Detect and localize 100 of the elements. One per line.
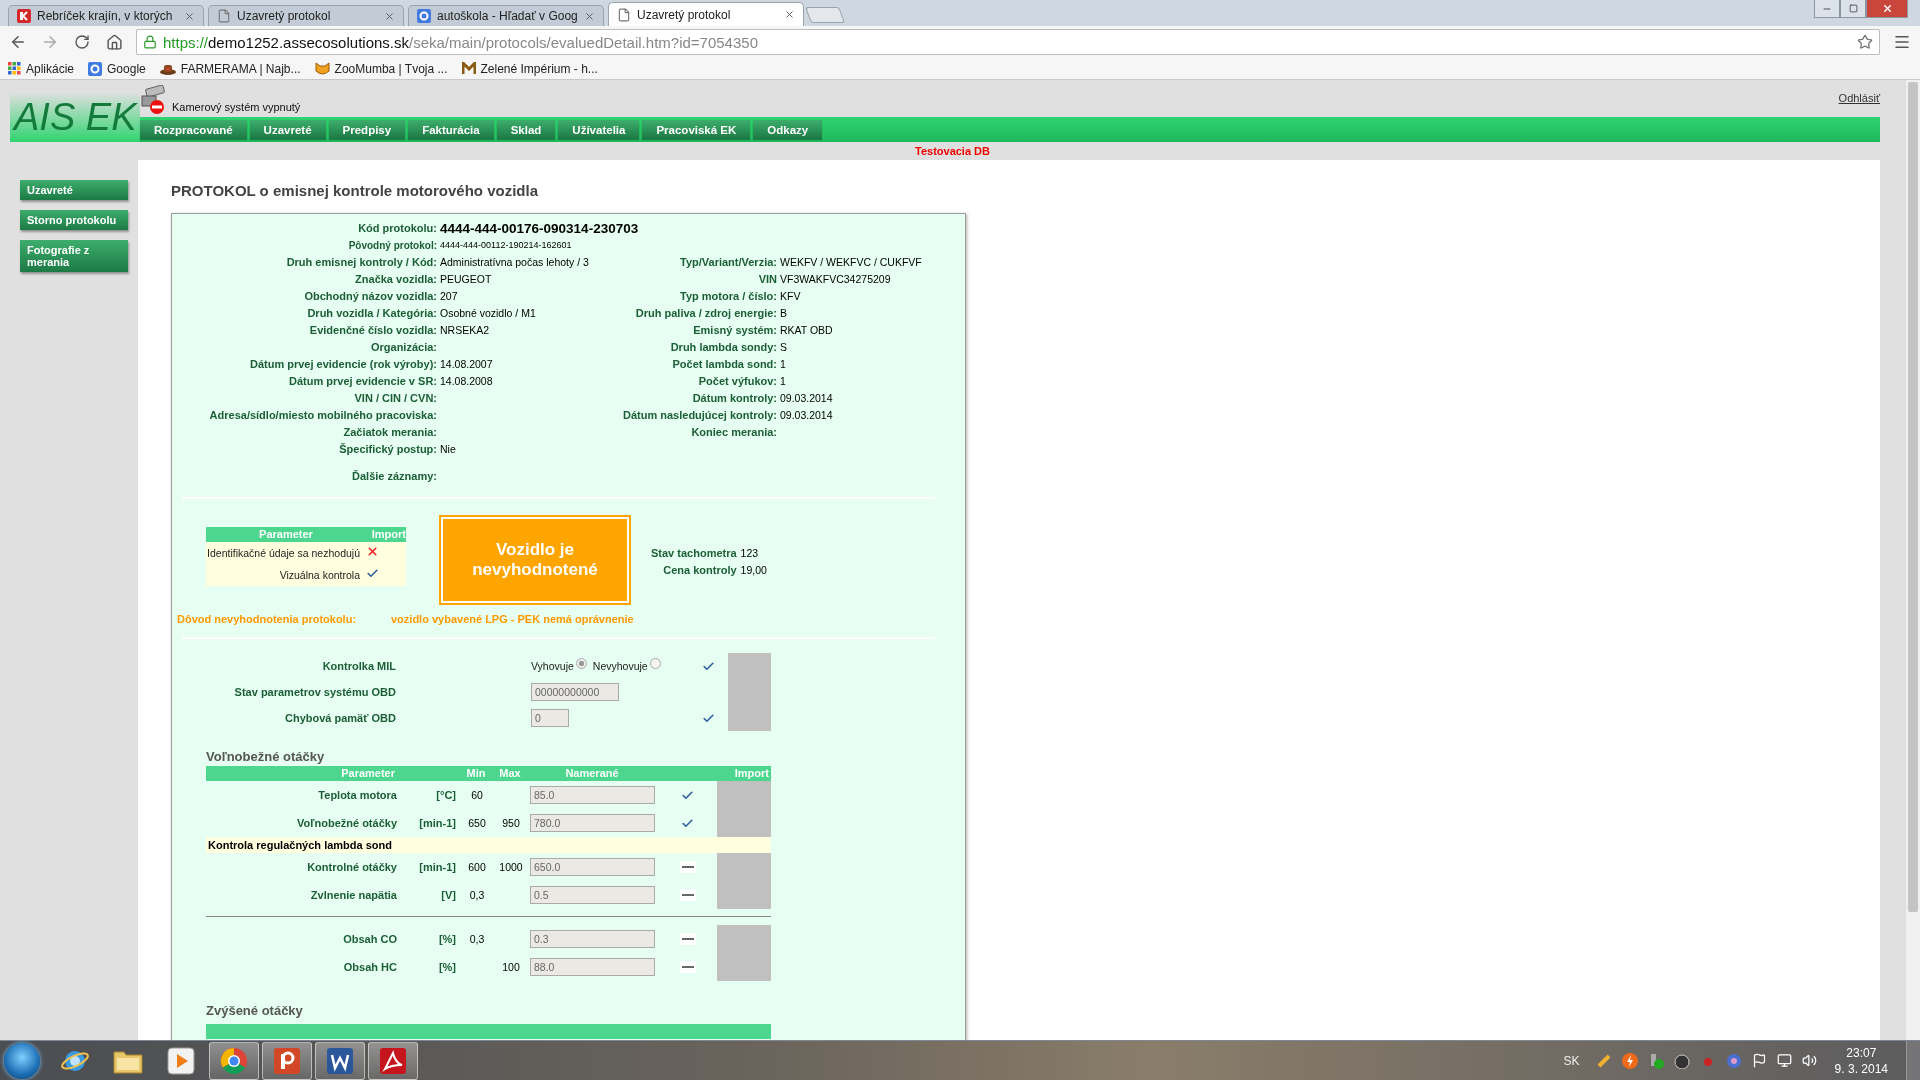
menu-item[interactable]: Užívatelia — [558, 120, 640, 139]
field-label: Druh paliva / zdroj energie: — [634, 306, 777, 321]
field-value: PEUGEOT — [440, 273, 492, 285]
max-value: 100 — [502, 961, 520, 973]
bookmark-link[interactable]: Google — [88, 61, 146, 76]
radio-button[interactable] — [575, 657, 587, 669]
star-icon[interactable] — [1857, 34, 1873, 50]
import-cell — [717, 809, 771, 837]
field-label: Špecifický postup: — [338, 442, 437, 457]
column-header: Max — [494, 766, 528, 781]
measured-field[interactable]: 85.0 — [530, 786, 655, 804]
stat-value: 123 — [740, 546, 760, 561]
search-site-icon — [417, 9, 431, 23]
field-label: Ďalšie záznamy: — [351, 469, 437, 484]
minimize-button[interactable] — [1814, 0, 1840, 18]
section-heading: Voľnobežné otáčky — [206, 749, 326, 764]
min-value: 0,3 — [469, 933, 485, 945]
parameter-label: Obsah CO — [343, 933, 397, 945]
section-heading: Zvýšené otáčky — [206, 1003, 304, 1018]
flag-icon[interactable] — [1751, 1053, 1767, 1068]
sidebar-button[interactable]: Uzavreté — [20, 180, 128, 200]
taskbar-app[interactable] — [315, 1041, 365, 1080]
field-value: 09.03.2014 — [780, 392, 833, 404]
radio-button[interactable] — [649, 657, 661, 669]
network-icon[interactable] — [1776, 1053, 1792, 1068]
parameter-label: Voľnobežné otáčky — [297, 817, 397, 829]
browser-tab[interactable]: autoškola - Hľadať v Goog — [408, 5, 604, 26]
measured-field[interactable]: 88.0 — [530, 958, 655, 976]
unit-label: [min-1] — [419, 817, 456, 829]
field-label: Počet lambda sond: — [671, 357, 777, 372]
column-header: Parameter — [206, 766, 460, 781]
plug-icon[interactable] — [1595, 1052, 1612, 1069]
menu-item[interactable]: Uzavreté — [249, 120, 326, 139]
field-label: Typ motora / číslo: — [679, 289, 777, 304]
bookmark-link[interactable]: FARMERAMA | Najb... — [159, 61, 301, 76]
min-value: 60 — [471, 789, 483, 801]
bookmark-link[interactable]: Zelené Impérium - h... — [461, 61, 598, 76]
address-bar[interactable]: https://demo1252.assecosolutions.sk/seka/main/protocols/evaluedDetail.htm?id=7054350 — [136, 29, 1880, 55]
menu-item[interactable]: Pracoviská EK — [642, 120, 751, 139]
clock-time: 23:07 — [1846, 1044, 1877, 1061]
close-icon[interactable] — [584, 10, 595, 22]
close-icon[interactable] — [784, 9, 795, 20]
target-icon[interactable] — [1725, 1052, 1742, 1069]
browser-tab[interactable]: Rebríček krajín, v ktorých — [8, 5, 204, 26]
min-value: 0,3 — [469, 889, 485, 901]
page-icon — [617, 7, 631, 22]
browser-tab[interactable]: Uzavretý protokol — [208, 5, 404, 26]
max-value: 1000 — [499, 861, 523, 873]
language-indicator[interactable]: SK — [1563, 1053, 1580, 1068]
volume-icon[interactable] — [1801, 1053, 1817, 1068]
menu-item[interactable]: Sklad — [496, 120, 556, 139]
environment-label: Testovacia DB — [915, 145, 990, 157]
close-icon[interactable] — [184, 10, 195, 22]
taskbar-app[interactable] — [209, 1041, 259, 1080]
import-cell — [717, 853, 771, 881]
menu-item[interactable]: Odkazy — [753, 120, 823, 139]
menu-item[interactable]: Predpisy — [328, 120, 406, 139]
start-button[interactable] — [4, 1042, 40, 1079]
scroll-thumb[interactable] — [1908, 82, 1918, 912]
min-value: 600 — [468, 861, 486, 873]
field-value: 14.08.2007 — [440, 358, 493, 370]
stat-label: Cena kontroly — [662, 563, 737, 578]
browser-tab[interactable]: Uzavretý protokol — [608, 2, 804, 26]
maximize-icon — [1848, 4, 1858, 13]
scrollbar[interactable] — [1905, 80, 1920, 1040]
input-field[interactable]: 0 — [531, 709, 569, 727]
measured-field[interactable]: 650.0 — [530, 858, 655, 876]
field-label: Značka vozidla: — [354, 272, 437, 287]
field-label: Emisný systém: — [692, 323, 777, 338]
measured-field[interactable]: 0.5 — [530, 886, 655, 904]
unit-label: [%] — [438, 961, 456, 973]
url-text: https://demo1252.assecosolutions.sk/seka/main/protocols/evaluedDetail.htm?id=7054350 — [163, 33, 759, 51]
reload-button[interactable] — [72, 32, 92, 52]
logout-link[interactable]: Odhlásiť — [1838, 91, 1880, 104]
close-button[interactable] — [1866, 0, 1908, 18]
taskbar-app[interactable] — [262, 1041, 312, 1080]
measured-field[interactable]: 0.3 — [530, 930, 655, 948]
taskbar-app[interactable] — [368, 1041, 418, 1080]
bookmark-link[interactable]: Aplikácie — [8, 61, 75, 76]
maximize-button[interactable] — [1840, 0, 1866, 18]
input-field[interactable]: 00000000000 — [531, 683, 619, 701]
sidebar-button[interactable]: Storno protokolu — [20, 210, 128, 230]
bookmark-link[interactable]: ZooMumba | Tvoja ... — [314, 61, 448, 76]
site-icon — [17, 9, 31, 23]
home-button[interactable] — [104, 32, 124, 52]
menu-item[interactable]: Fakturácia — [408, 120, 494, 139]
bolt-icon[interactable] — [1621, 1052, 1638, 1069]
field-label: Kontrolka MIL — [321, 660, 396, 672]
close-icon[interactable] — [384, 10, 395, 22]
field-value: 4444-444-00112-190214-162601 — [440, 240, 572, 250]
reason-label: Dôvod nevyhodnotenia protokolu: — [177, 613, 358, 625]
camera-status: Kamerový systém vypnutý — [172, 101, 301, 115]
column-header: Min — [460, 766, 494, 781]
measured-field[interactable]: 780.0 — [530, 814, 655, 832]
sidebar-button[interactable]: Fotografie z merania — [20, 240, 128, 272]
field-value: 1 — [780, 375, 786, 387]
lock-icon — [143, 35, 157, 49]
menu-item[interactable]: Rozpracované — [140, 120, 247, 139]
max-value: 950 — [502, 817, 520, 829]
cat-icon — [314, 61, 330, 76]
